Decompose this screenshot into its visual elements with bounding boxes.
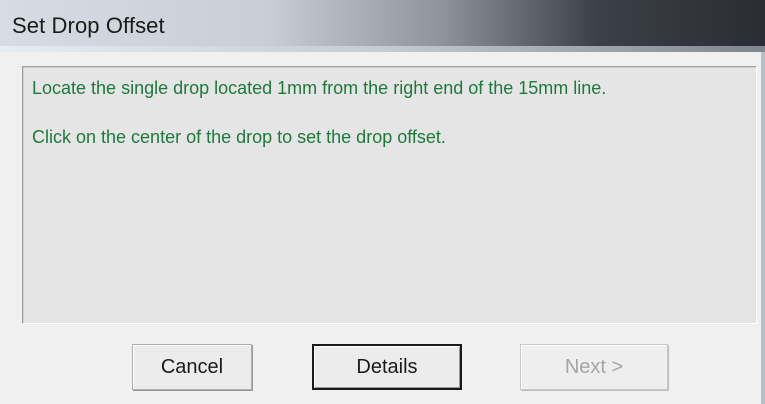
- instruction-text-locate: Locate the single drop located 1mm from …: [32, 78, 607, 98]
- instruction-panel: Locate the single drop located 1mm from …: [22, 66, 757, 324]
- window-title: Set Drop Offset: [12, 13, 165, 38]
- button-row: Cancel Details Next >: [0, 324, 765, 404]
- set-drop-offset-dialog: Set Drop Offset Locate the single drop l…: [0, 0, 765, 404]
- instruction-text-click: Click on the center of the drop to set t…: [32, 127, 446, 147]
- title-bar-divider: [0, 46, 765, 52]
- details-button[interactable]: Details: [312, 344, 462, 390]
- cancel-button[interactable]: Cancel: [132, 344, 252, 390]
- title-bar[interactable]: Set Drop Offset: [0, 0, 765, 52]
- next-button[interactable]: Next >: [520, 344, 668, 390]
